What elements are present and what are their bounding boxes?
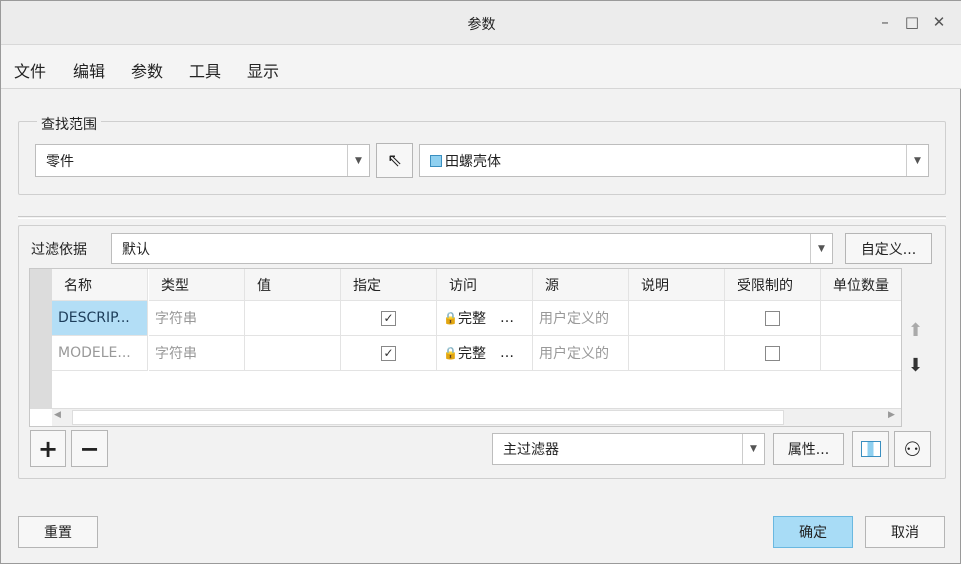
menu-bar: 文件 编辑 参数 工具 显示 xyxy=(1,45,961,89)
model-value: 田螺壳体 xyxy=(445,153,501,170)
checkbox[interactable]: ✓ xyxy=(381,345,396,361)
row-header-column xyxy=(30,269,52,409)
table-cell-restricted[interactable] xyxy=(725,301,821,336)
chevron-down-icon: ▼ xyxy=(742,434,764,464)
reset-button[interactable]: 重置 xyxy=(18,516,98,548)
lock-icon: 🔒 xyxy=(443,346,458,360)
scope-type-dropdown[interactable]: 零件 ▼ xyxy=(35,144,370,177)
parameters-table: 名称 类型值指定 访问源说明 受限制的 单位数量 DESCRIP... 字符串 ✓ 🔒 完整… 用户… xyxy=(29,268,902,427)
chevron-down-icon: ▼ xyxy=(906,145,928,176)
title-bar: 参数 – □ ✕ xyxy=(1,1,961,45)
table-cell-type[interactable]: 字符串 xyxy=(149,301,245,336)
table-cell-units[interactable] xyxy=(821,336,901,371)
checkbox[interactable] xyxy=(765,310,780,326)
table-cell-units[interactable] xyxy=(821,301,901,336)
filter-label: 过滤依据 xyxy=(31,242,87,258)
main-filter-value: 主过滤器 xyxy=(503,442,559,458)
divider xyxy=(18,216,946,219)
maximize-button[interactable]: □ xyxy=(902,13,922,31)
checkbox[interactable]: ✓ xyxy=(381,310,396,326)
columns-icon xyxy=(860,441,881,457)
column-header[interactable]: 说明 xyxy=(629,269,725,301)
table-cell-source[interactable]: 用户定义的 xyxy=(533,301,629,336)
menu-edit[interactable]: 编辑 xyxy=(73,58,105,82)
find-button[interactable]: ⚇ xyxy=(894,431,931,467)
model-dropdown[interactable]: 田螺壳体 ▼ xyxy=(419,144,929,177)
scope-type-value: 零件 xyxy=(46,153,74,170)
column-header[interactable]: 名称 xyxy=(52,269,148,301)
scope-label: 查找范围 xyxy=(37,114,101,134)
remove-parameter-button[interactable]: − xyxy=(71,430,108,467)
table-cell-name[interactable]: DESCRIP... xyxy=(52,301,148,336)
properties-button[interactable]: 属性... xyxy=(773,433,844,465)
checkbox[interactable] xyxy=(765,345,780,361)
scroll-right-icon[interactable]: ▶ xyxy=(888,410,895,420)
table-cell-source[interactable]: 用户定义的 xyxy=(533,336,629,371)
chevron-down-icon: ▼ xyxy=(347,145,369,176)
binoculars-icon: ⚇ xyxy=(903,437,922,461)
table-cell-restricted[interactable] xyxy=(725,336,821,371)
column-header[interactable]: 类型 xyxy=(149,269,245,301)
minimize-button[interactable]: – xyxy=(875,13,895,31)
main-filter-dropdown[interactable]: 主过滤器 ▼ xyxy=(492,433,765,465)
menu-file[interactable]: 文件 xyxy=(14,58,46,82)
columns-button[interactable] xyxy=(852,431,889,467)
scroll-left-icon[interactable]: ◀ xyxy=(54,410,61,420)
table-cell-value[interactable] xyxy=(245,301,341,336)
window-title: 参数 xyxy=(467,17,496,33)
table-cell-designated[interactable]: ✓ xyxy=(341,301,437,336)
column-header[interactable]: 源 xyxy=(533,269,629,301)
column-header[interactable]: 单位数量 xyxy=(821,269,901,301)
close-button[interactable]: ✕ xyxy=(929,13,949,31)
column-header[interactable]: 访问 xyxy=(437,269,533,301)
table-cell-type[interactable]: 字符串 xyxy=(149,336,245,371)
table-cell-value[interactable] xyxy=(245,336,341,371)
part-icon xyxy=(430,154,442,167)
table-cell-description[interactable] xyxy=(629,301,725,336)
filter-dropdown[interactable]: 默认 ▼ xyxy=(111,233,833,264)
table-cell-description[interactable] xyxy=(629,336,725,371)
ellipsis-button[interactable]: … xyxy=(500,310,514,326)
filter-value: 默认 xyxy=(122,241,150,258)
move-down-icon[interactable]: ⬇ xyxy=(908,355,923,376)
move-up-icon[interactable]: ⬆ xyxy=(908,320,923,341)
table-cell-designated[interactable]: ✓ xyxy=(341,336,437,371)
add-parameter-button[interactable]: + xyxy=(30,430,66,467)
lock-icon: 🔒 xyxy=(443,311,458,325)
ellipsis-button[interactable]: … xyxy=(500,345,514,361)
access-value: 完整 xyxy=(457,346,486,362)
cancel-button[interactable]: 取消 xyxy=(865,516,945,548)
scrollbar-thumb[interactable] xyxy=(72,410,784,425)
cursor-icon: ⇖ xyxy=(386,150,403,171)
chevron-down-icon: ▼ xyxy=(810,234,832,263)
menu-tools[interactable]: 工具 xyxy=(189,58,221,82)
menu-display[interactable]: 显示 xyxy=(247,58,279,82)
column-header[interactable]: 值 xyxy=(245,269,341,301)
ok-button[interactable]: 确定 xyxy=(773,516,853,548)
column-header[interactable]: 受限制的 xyxy=(725,269,821,301)
select-pointer-button[interactable]: ⇖ xyxy=(376,143,413,178)
table-cell-access[interactable]: 🔒 完整 … xyxy=(437,336,533,371)
table-cell-name[interactable]: MODELE... xyxy=(52,336,148,371)
menu-parameters[interactable]: 参数 xyxy=(131,58,163,82)
table-cell-access[interactable]: 🔒 完整 … xyxy=(437,301,533,336)
customize-button[interactable]: 自定义... xyxy=(845,233,932,264)
access-value: 完整 xyxy=(457,311,486,327)
horizontal-scrollbar[interactable]: ◀ ▶ xyxy=(52,408,901,426)
column-header[interactable]: 指定 xyxy=(341,269,437,301)
